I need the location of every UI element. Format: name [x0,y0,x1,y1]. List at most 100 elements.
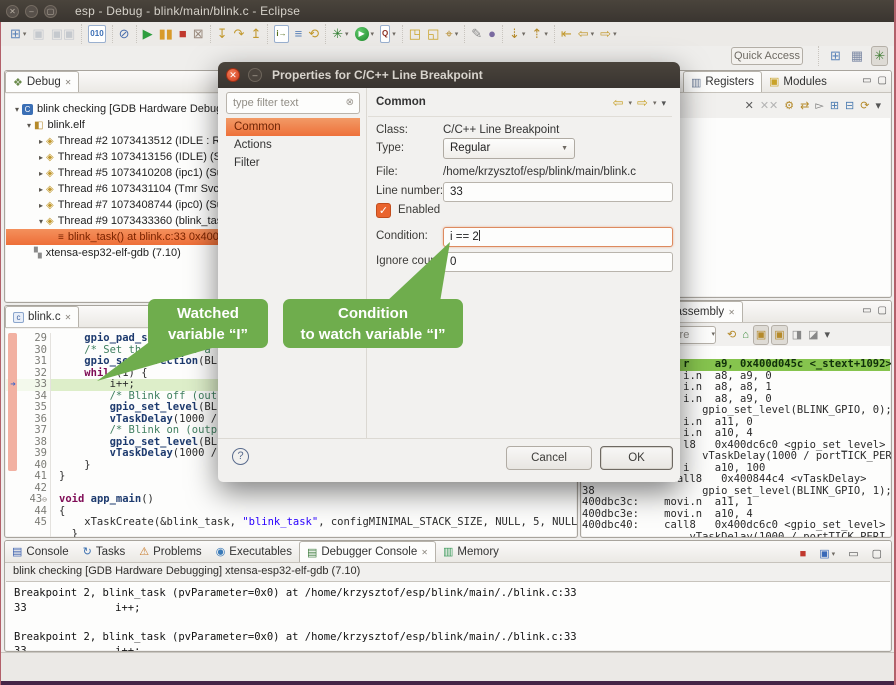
annotation-ruler[interactable] [6,448,20,460]
remove-register-group-icon[interactable]: ⊟ [843,97,856,115]
back-icon[interactable]: ⇦▾ [576,25,596,43]
expander-icon[interactable]: ▸ [36,153,46,162]
view-menu-icon[interactable]: ▾ [823,326,833,344]
annotation-ruler[interactable] [6,356,20,368]
open-element-icon[interactable]: ◳ [407,25,423,43]
ok-button[interactable]: OK [600,446,673,470]
search-icon[interactable]: ⌖▾ [443,25,460,43]
dialog-nav-common[interactable]: Common [226,118,360,136]
view-menu-icon[interactable]: ▾ [873,97,883,115]
chevron-down-icon[interactable]: ▾ [832,550,836,558]
tab-console[interactable]: ▤Console [5,541,76,562]
expander-icon[interactable]: ▸ [36,201,46,210]
debug-perspective-icon[interactable]: ✳ [871,46,888,66]
chevron-down-icon[interactable]: ▾ [455,30,459,38]
restore-groups-icon[interactable]: ⟳ [858,97,871,115]
save-icon[interactable]: ▣ [30,25,46,43]
annotation-ruler[interactable] [6,414,20,426]
code-line[interactable]: } [6,529,576,539]
add-register-group-icon[interactable]: ⊞ [828,97,841,115]
breakpoint-marker-icon[interactable]: ➜ [6,379,20,391]
resume-icon[interactable]: ▶ [141,25,155,43]
chevron-down-icon[interactable]: ▾ [522,30,526,38]
minimize-panel-icon[interactable]: ▭ [862,75,871,86]
skip-all-breakpoints-icon[interactable]: ⊘ [117,25,132,43]
disassembly-line[interactable]: 400dbc40: call8 0x400dc6c0 <gpio_set_lev… [582,520,890,532]
chevron-down-icon[interactable]: ▾ [591,30,595,38]
open-new-view-icon[interactable]: ◨ [790,326,804,344]
refresh-icon[interactable]: ⟲ [725,326,738,344]
annotation-ruler[interactable] [6,402,20,414]
tab-blink-c[interactable]: c blink.c ✕ [5,306,79,327]
annotation-ruler[interactable] [6,368,20,380]
annotation-ruler[interactable] [6,437,20,449]
expander-icon[interactable]: ▸ [36,137,46,146]
build-binary-icon[interactable]: 010 [86,24,107,44]
run-button[interactable]: ▶▾ [353,26,377,42]
annotation-ruler[interactable] [6,529,20,539]
minimize-panel-icon[interactable]: ▭ [862,305,871,316]
expander-icon[interactable]: ▾ [12,105,22,114]
tab-memory[interactable]: ▥Memory [436,541,506,562]
open-resource-icon[interactable]: ◱ [425,25,441,43]
track-expression-icon[interactable]: ▣ [771,325,787,345]
annotation-ruler[interactable] [6,460,20,472]
sync-selection-icon[interactable]: ▣ [753,325,769,345]
annotation-ruler[interactable] [6,391,20,403]
dialog-nav-filter[interactable]: Filter [226,154,360,172]
filter-input[interactable]: type filter text ⊗ [226,92,360,114]
toggle-annotation-icon[interactable]: ● [486,25,498,43]
tab-debugger-console[interactable]: ▤Debugger Console✕ [299,541,436,562]
chevron-down-icon[interactable]: ▾ [613,30,617,38]
chevron-down-icon[interactable]: ▾ [23,30,27,38]
expander-icon[interactable]: ▸ [36,169,46,178]
line-number-input[interactable]: 33 [443,182,673,202]
expander-icon[interactable]: ▸ [36,185,46,194]
back-icon[interactable]: ⇦ [613,95,624,111]
dialog-nav-actions[interactable]: Actions [226,136,360,154]
memory-monitor-icon[interactable]: ≡ [293,25,305,43]
chevron-down-icon[interactable]: ▾ [345,30,349,38]
enabled-checkbox[interactable]: ✓ [376,203,391,218]
new-wizard-icon[interactable]: ⊞▾ [8,25,28,43]
maximize-panel-icon[interactable]: ▢ [878,75,887,86]
quick-access-button[interactable]: Quick Access [731,47,803,65]
forward-icon[interactable]: ⇨ [637,95,648,111]
ignore-count-input[interactable]: 0 [443,252,673,272]
window-maximize-icon[interactable]: ▢ [44,5,57,18]
help-icon[interactable]: ? [232,448,249,465]
tab-registers[interactable]: ▥Registers [683,71,762,92]
remove-all-icon[interactable]: ✕✕ [758,97,780,115]
close-icon[interactable]: ✕ [421,548,428,557]
annotation-ruler[interactable] [6,494,20,506]
instruction-stepping-icon[interactable]: i→ [272,24,290,44]
chevron-down-icon[interactable]: ▾ [653,99,657,107]
console-output[interactable]: Breakpoint 2, blink_task (pvParameter=0x… [6,581,890,650]
chevron-down-icon[interactable]: ▾ [544,30,548,38]
display-console-icon[interactable]: ▣▾ [817,545,837,563]
coverage-button[interactable]: Q▾ [378,24,398,44]
terminate-icon[interactable]: ■ [177,25,189,43]
disassembly-line[interactable]: 400dbc3c: movi.n a11, 1 [582,497,890,509]
dialog-minimize-icon[interactable]: – [248,68,262,82]
type-select[interactable]: Regular ▼ [443,138,575,159]
expander-icon[interactable]: ▾ [36,217,46,226]
chevron-down-icon[interactable]: ▾ [371,30,375,38]
code-line[interactable]: 43⊖void app_main() [6,494,576,506]
maximize-panel-icon[interactable]: ▢ [878,305,887,316]
suspend-icon[interactable]: ▮▮ [157,25,175,43]
close-icon[interactable]: ✕ [65,78,72,87]
exchange-icon[interactable]: ⇄ [798,97,811,115]
step-return-icon[interactable]: ↥ [248,25,263,43]
mark-occurrences-icon[interactable]: ✎ [469,25,484,43]
close-icon[interactable]: ✕ [65,313,72,322]
annotation-ruler[interactable] [6,471,20,483]
code-line[interactable]: 45 xTaskCreate(&blink_task, "blink_task"… [6,517,576,529]
drop-to-frame-icon[interactable]: ⟲ [306,25,321,43]
cpp-perspective-icon[interactable]: ▦ [849,47,865,65]
open-perspective-icon[interactable]: ⊞ [828,47,843,65]
step-over-icon[interactable]: ↷ [232,25,247,43]
annotation-ruler[interactable] [6,506,20,518]
tab-problems[interactable]: ⚠Problems [132,541,208,562]
close-icon[interactable]: ✕ [728,308,735,317]
